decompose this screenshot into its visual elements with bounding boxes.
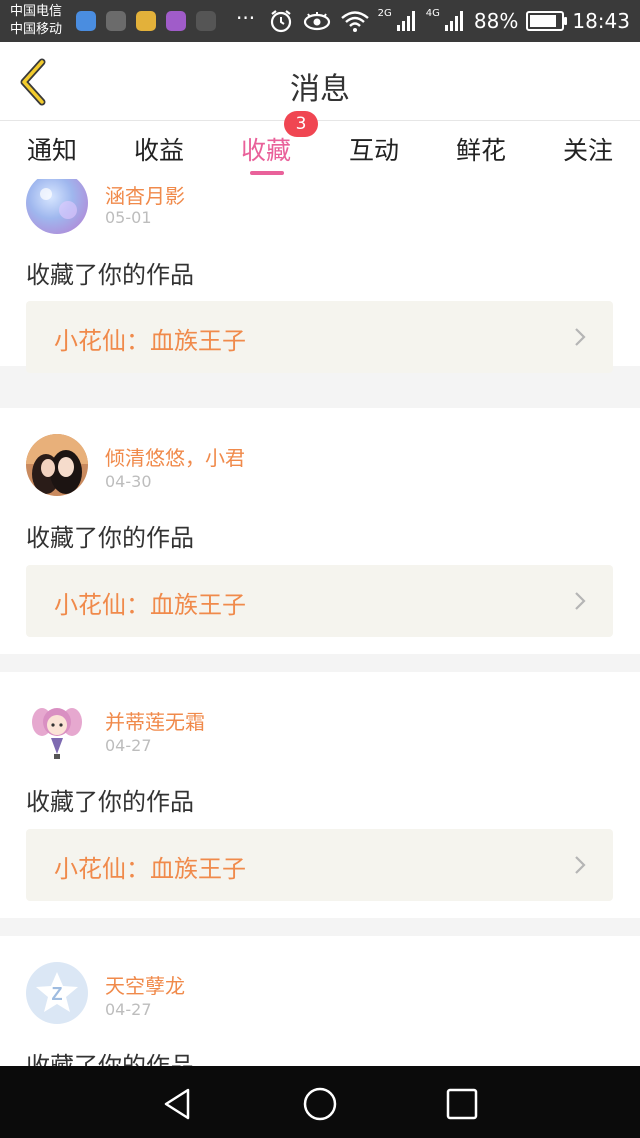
tab-interaction[interactable]: 互动: [324, 131, 424, 167]
system-nav-bar: [0, 1066, 640, 1138]
user-name[interactable]: 涵杳月影: [105, 180, 185, 209]
battery-icon: [526, 11, 568, 31]
work-title: 小花仙：血族王子: [54, 855, 246, 883]
svg-text:Z: Z: [52, 984, 63, 1004]
lock-app-icon: [136, 11, 156, 31]
message-date: 04-27: [105, 1000, 152, 1019]
message-text: 收藏了你的作品: [26, 1052, 194, 1066]
active-tab-indicator: [250, 171, 284, 175]
page-title: 消息: [290, 72, 350, 107]
message-list[interactable]: 涵杳月影 05-01 收藏了你的作品 小花仙：血族王子 倾清悠悠，小君 04-3…: [0, 179, 640, 1066]
user-name[interactable]: 倾清悠悠，小君: [105, 442, 245, 471]
signal-icon: [396, 11, 415, 31]
list-item: Z 天空孽龙 04-27 收藏了你的作品: [0, 936, 640, 1066]
tab-bar: 通知 收益 收藏 互动 鲜花 关注: [0, 121, 640, 179]
status-bar: 中国电信 中国移动 ··· 2G 4G 88% 18:43: [0, 0, 640, 42]
net-4g-label: 4G: [425, 7, 440, 19]
avatar[interactable]: [26, 698, 88, 760]
avatar[interactable]: [26, 434, 88, 496]
work-title: 小花仙：血族王子: [54, 327, 246, 355]
message-date: 04-30: [105, 472, 152, 491]
default-avatar-icon: Z: [26, 962, 88, 1024]
nav-back-icon[interactable]: [158, 1084, 198, 1124]
gallery-app-icon: [166, 11, 186, 31]
battery-level: [530, 15, 557, 27]
more-notifications-icon: ···: [236, 6, 256, 30]
list-item: 并蒂莲无霜 04-27 收藏了你的作品 小花仙：血族王子: [0, 672, 640, 918]
chevron-right-icon: [575, 592, 586, 610]
user-name[interactable]: 并蒂莲无霜: [105, 706, 205, 735]
notification-icons: [76, 11, 216, 31]
wifi-icon: [340, 11, 369, 32]
work-link[interactable]: 小花仙：血族王子: [26, 565, 613, 637]
camera-app-icon: [196, 11, 216, 31]
alarm-icon: [270, 10, 291, 33]
list-item: 倾清悠悠，小君 04-30 收藏了你的作品 小花仙：血族王子: [0, 408, 640, 654]
message-text: 收藏了你的作品: [26, 788, 194, 816]
avatar[interactable]: [26, 179, 88, 234]
chevron-right-icon: [575, 856, 586, 874]
message-date: 05-01: [105, 208, 152, 227]
list-item: 涵杳月影 05-01 收藏了你的作品 小花仙：血族王子: [0, 179, 640, 373]
tab-earnings[interactable]: 收益: [109, 131, 209, 167]
net-2g-label: 2G: [377, 7, 392, 19]
work-link[interactable]: 小花仙：血族王子: [26, 301, 613, 373]
message-text: 收藏了你的作品: [26, 261, 194, 289]
avatar[interactable]: Z: [26, 962, 88, 1024]
battery-percent: 88%: [473, 9, 519, 33]
clock: 18:43: [572, 9, 630, 33]
carrier-1: 中国电信: [10, 4, 63, 19]
carrier-labels: 中国电信 中国移动: [10, 3, 62, 39]
app-header: 消息: [0, 42, 640, 121]
signal-icon: [444, 11, 463, 31]
location-app-icon: [76, 11, 96, 31]
tab-notify[interactable]: 通知: [2, 131, 102, 167]
work-link[interactable]: 小花仙：血族王子: [26, 829, 613, 901]
work-title: 小花仙：血族王子: [54, 591, 246, 619]
tab-flowers[interactable]: 鲜花: [431, 131, 531, 167]
message-date: 04-27: [105, 736, 152, 755]
tab-follow[interactable]: 关注: [538, 131, 638, 167]
status-right: 2G 4G 88% 18:43: [268, 0, 630, 42]
nav-home-icon[interactable]: [300, 1084, 340, 1124]
user-name[interactable]: 天空孽龙: [105, 970, 185, 999]
carrier-2: 中国移动: [10, 22, 63, 37]
favorites-count-badge: 3: [284, 111, 318, 137]
game-app-icon: [106, 11, 126, 31]
nav-recents-icon[interactable]: [442, 1084, 482, 1124]
eye-comfort-icon: [303, 12, 330, 31]
message-text: 收藏了你的作品: [26, 524, 194, 552]
chevron-right-icon: [575, 328, 586, 346]
